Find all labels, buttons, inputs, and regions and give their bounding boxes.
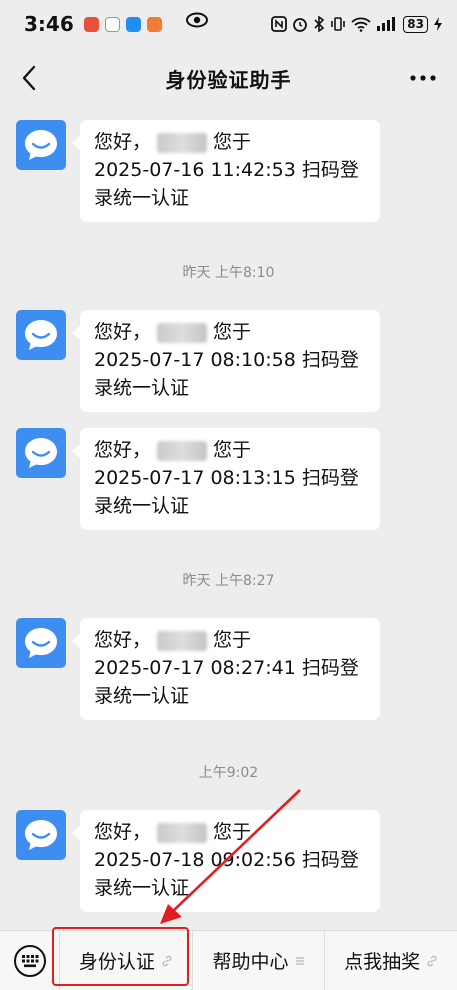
message-text: 录统一认证 bbox=[94, 187, 190, 209]
message-line: 您好， 您于 bbox=[94, 128, 366, 156]
message-bubble[interactable]: 您好， 您于 2025-07-17 08:27:41 扫码登 录统一认证 bbox=[72, 618, 380, 720]
bluetooth-icon bbox=[314, 16, 325, 32]
chat-bubble-icon bbox=[25, 820, 57, 850]
vibrate-icon bbox=[331, 17, 346, 31]
menu-item-identity-auth[interactable]: 身份认证 bbox=[60, 930, 193, 990]
back-button[interactable] bbox=[16, 62, 44, 94]
notification-app-icon bbox=[83, 16, 99, 32]
chat-timestamp: 上午9:02 bbox=[198, 765, 259, 781]
redacted-name bbox=[157, 132, 208, 153]
menu-item-label: 点我抽奖 bbox=[344, 951, 421, 973]
message-greeting: 您好， bbox=[94, 131, 152, 153]
message-bubble[interactable]: 您好， 您于 2025-07-17 08:10:58 扫码登 录统一认证 bbox=[72, 310, 380, 412]
redacted-name bbox=[157, 440, 208, 461]
notification-app-icon bbox=[146, 16, 162, 32]
menu-item-label: 帮助中心 bbox=[212, 951, 289, 973]
message-text: 2025-07-16 11:42:53 扫码登 bbox=[94, 159, 359, 181]
chat-bubble-icon bbox=[25, 628, 57, 658]
message-text: 2025-07-17 08:13:15 扫码登 bbox=[94, 467, 359, 489]
message-text: 录统一认证 bbox=[94, 377, 190, 399]
more-dots-icon bbox=[410, 75, 436, 81]
redacted-name bbox=[157, 630, 208, 651]
message-text: 录统一认证 bbox=[94, 495, 190, 517]
notification-app-icon bbox=[104, 16, 120, 32]
message-text: 2025-07-17 08:10:58 扫码登 bbox=[94, 349, 359, 371]
avatar[interactable] bbox=[16, 310, 66, 360]
keyboard-icon bbox=[13, 944, 46, 977]
avatar[interactable] bbox=[16, 618, 66, 668]
nfc-icon bbox=[271, 16, 288, 32]
message-text: 2025-07-17 08:27:41 扫码登 bbox=[94, 657, 359, 679]
message-text: 您于 bbox=[213, 131, 252, 153]
message-text: 您于 bbox=[213, 629, 252, 651]
bottom-menu: 身份认证 帮助中心 点我抽奖 bbox=[0, 930, 457, 990]
message-text: 2025-07-18 09:02:56 扫码登 bbox=[94, 849, 359, 871]
link-icon bbox=[427, 955, 437, 966]
avatar[interactable] bbox=[16, 120, 66, 170]
message-text: 您于 bbox=[213, 439, 252, 461]
message-greeting: 您好， bbox=[94, 629, 152, 651]
title-bar: 身份验证助手 bbox=[0, 48, 457, 108]
alarm-icon bbox=[293, 18, 308, 32]
avatar[interactable] bbox=[16, 810, 66, 860]
message-line: 您好， 您于 bbox=[94, 626, 366, 654]
menu-lines-icon bbox=[295, 956, 304, 965]
signal-icon bbox=[377, 17, 396, 31]
more-options-button[interactable] bbox=[409, 64, 437, 84]
chat-bubble-icon bbox=[25, 320, 57, 350]
eye-icon bbox=[186, 12, 208, 33]
link-icon bbox=[162, 955, 172, 966]
message-text: 录统一认证 bbox=[94, 877, 190, 899]
message-bubble[interactable]: 您好， 您于 2025-07-17 08:13:15 扫码登 录统一认证 bbox=[72, 428, 380, 530]
message-greeting: 您好， bbox=[94, 821, 152, 843]
status-time: 3:46 bbox=[24, 12, 74, 36]
chat-bubble-icon bbox=[25, 130, 57, 160]
menu-item-help-center[interactable]: 帮助中心 bbox=[193, 930, 326, 990]
redacted-name bbox=[157, 322, 208, 343]
message-bubble[interactable]: 您好， 您于 2025-07-18 09:02:56 扫码登 录统一认证 bbox=[72, 810, 380, 912]
page-title: 身份验证助手 bbox=[165, 67, 292, 92]
chat-bubble-icon bbox=[25, 438, 57, 468]
message-greeting: 您好， bbox=[94, 439, 152, 461]
chevron-left-icon bbox=[22, 65, 36, 91]
notification-app-icon bbox=[125, 16, 141, 32]
message-line: 您好， 您于 bbox=[94, 436, 366, 464]
chat-timestamp: 昨天 上午8:27 bbox=[182, 573, 275, 589]
redacted-name bbox=[157, 822, 208, 843]
message-text: 您于 bbox=[213, 821, 252, 843]
avatar[interactable] bbox=[16, 428, 66, 478]
charging-icon bbox=[434, 17, 442, 31]
status-icons: 83 bbox=[271, 15, 443, 33]
message-text: 您于 bbox=[213, 321, 252, 343]
status-bar: 3:46 83 bbox=[0, 0, 457, 48]
chat-timestamp: 昨天 上午8:10 bbox=[182, 265, 275, 281]
message-line: 您好， 您于 bbox=[94, 318, 366, 346]
battery-indicator: 83 bbox=[403, 15, 428, 33]
menu-item-lottery[interactable]: 点我抽奖 bbox=[325, 931, 457, 990]
wifi-icon bbox=[351, 17, 371, 32]
message-line: 您好， 您于 bbox=[94, 818, 366, 846]
message-bubble[interactable]: 您好， 您于 2025-07-16 11:42:53 扫码登 录统一认证 bbox=[72, 120, 380, 222]
message-greeting: 您好， bbox=[94, 321, 152, 343]
chat-area[interactable]: 您好， 您于 2025-07-16 11:42:53 扫码登 录统一认证 昨天 上… bbox=[0, 108, 457, 930]
message-text: 录统一认证 bbox=[94, 685, 190, 707]
menu-item-label: 身份认证 bbox=[78, 951, 155, 973]
keyboard-toggle-button[interactable] bbox=[0, 930, 60, 990]
